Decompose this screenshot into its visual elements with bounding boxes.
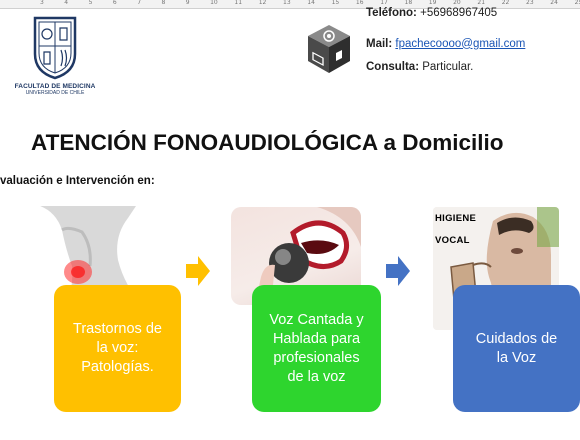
consult-value: Particular. <box>422 61 474 73</box>
phone-value: +56968967405 <box>420 7 498 19</box>
contact-cube-icon <box>306 23 352 80</box>
ruler-number: 4 <box>64 0 69 6</box>
ruler-number: 3 <box>40 0 44 6</box>
ruler-number: 12 <box>258 0 267 6</box>
mail-link[interactable]: fpachecoooo@gmail.com <box>395 38 525 50</box>
university-name: UNIVERSIDAD DE CHILE <box>25 90 85 96</box>
topic-label-singing-voice: Voz Cantada y Hablada para profesionales… <box>269 311 364 385</box>
mail-label: Mail: <box>366 37 393 50</box>
topic-label-voice-care: Cuidados de la Voz <box>475 330 558 366</box>
page-subtitle: valuación e Intervención en: <box>0 175 155 187</box>
faculty-logo: FACULTAD DE MEDICINA UNIVERSIDAD DE CHIL… <box>14 14 96 96</box>
ruler-number: 25 <box>574 0 580 6</box>
contact-info: Teléfono: +56968967405 Mail: fpachecoooo… <box>366 6 525 76</box>
ruler-number: 11 <box>234 0 243 6</box>
page-title: ATENCIÓN FONOAUDIOLÓGICA a Domicilio <box>31 130 504 155</box>
ruler-number: 10 <box>210 0 218 6</box>
hygiene-caption-line2: VOCAL <box>435 235 470 246</box>
ruler-number: 9 <box>185 0 190 6</box>
faculty-crest-icon <box>33 16 77 80</box>
ruler-number: 13 <box>283 0 291 6</box>
topic-label-disorders: Trastornos de la voz: Patologías. <box>73 321 162 375</box>
ruler-number: 7 <box>137 0 142 6</box>
ruler-number: 24 <box>550 0 558 6</box>
ruler-number: 23 <box>526 0 534 6</box>
ruler-number: 6 <box>112 0 117 6</box>
phone-row: Teléfono: +56968967405 <box>366 6 525 22</box>
topic-box-voice-care: Cuidados de la Voz <box>453 285 580 412</box>
ruler-number: 15 <box>331 0 340 6</box>
hygiene-caption-line1: HIGIENE <box>435 213 477 224</box>
ruler-number: 14 <box>307 0 315 6</box>
topic-box-disorders: Trastornos de la voz: Patologías. <box>54 285 181 412</box>
mail-row: Mail: fpachecoooo@gmail.com <box>366 37 525 53</box>
topic-box-singing-voice: Voz Cantada y Hablada para profesionales… <box>252 285 381 412</box>
consult-label: Consulta: <box>366 61 420 73</box>
ruler-number: 16 <box>355 0 364 6</box>
ruler-number: 5 <box>88 0 93 6</box>
faculty-name: FACULTAD DE MEDICINA <box>14 83 96 90</box>
phone-label: Teléfono: <box>366 7 417 19</box>
arrow-right-icon <box>386 256 410 291</box>
arrow-right-icon <box>186 256 210 291</box>
consult-row: Consulta: Particular. <box>366 60 525 76</box>
ruler-number: 8 <box>161 0 166 6</box>
